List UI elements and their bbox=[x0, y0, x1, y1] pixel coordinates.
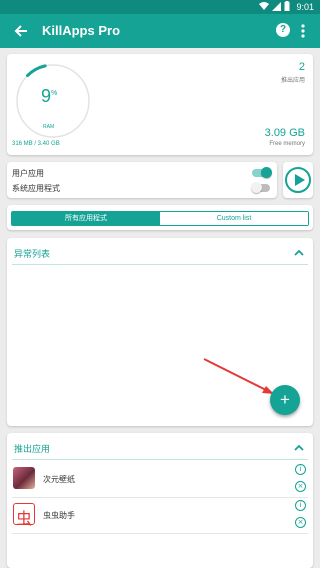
pushed-apps-title: 推出应用 bbox=[14, 444, 51, 454]
tab-all-apps[interactable]: 所有应用程式 bbox=[12, 212, 160, 225]
abnormal-list-card: 异常列表 bbox=[7, 238, 313, 426]
help-icon[interactable]: ? bbox=[276, 23, 290, 37]
status-bar: 9:01 bbox=[0, 0, 320, 14]
abnormal-list-title: 异常列表 bbox=[14, 249, 51, 259]
system-apps-switch[interactable] bbox=[251, 182, 270, 193]
system-apps-label: 系统应用程式 bbox=[12, 184, 60, 193]
close-icon[interactable]: × bbox=[295, 481, 306, 492]
ram-label: RAM bbox=[43, 124, 55, 130]
kill-start-card bbox=[283, 162, 313, 198]
user-apps-label: 用户应用 bbox=[12, 169, 44, 178]
wifi-icon bbox=[259, 1, 269, 10]
info-icon[interactable]: i bbox=[295, 464, 306, 475]
play-icon[interactable] bbox=[285, 167, 311, 193]
back-arrow-icon[interactable] bbox=[12, 22, 30, 40]
app-name: 次元壁纸 bbox=[43, 475, 75, 484]
memory-used-total: 316 MB / 3.40 GB bbox=[12, 141, 60, 147]
close-icon[interactable]: × bbox=[295, 517, 306, 528]
info-icon[interactable]: i bbox=[295, 500, 306, 511]
user-apps-switch[interactable] bbox=[252, 167, 272, 178]
ram-percent: 9% bbox=[41, 86, 58, 106]
add-button[interactable]: + bbox=[270, 385, 300, 415]
app-filter-tabs: 所有应用程式 Custom list bbox=[7, 205, 313, 230]
divider bbox=[12, 459, 308, 460]
status-time: 9:01 bbox=[296, 2, 314, 12]
app-type-toggles: 用户应用 系统应用程式 bbox=[7, 162, 277, 198]
pushed-count: 2 bbox=[298, 61, 305, 73]
divider bbox=[12, 264, 308, 265]
more-options-icon[interactable] bbox=[298, 22, 308, 40]
collapse-chevron-icon[interactable] bbox=[294, 444, 304, 452]
pushed-apps-card: 推出应用 次元壁纸 i × 虫 虫虫助手 i × bbox=[7, 433, 313, 568]
collapse-chevron-icon[interactable] bbox=[294, 249, 304, 257]
app-bar: KillApps Pro ? bbox=[0, 14, 320, 48]
battery-icon bbox=[284, 1, 290, 11]
signal-icon bbox=[272, 1, 281, 11]
free-memory-value: 3.09 GB bbox=[264, 127, 305, 139]
tab-custom-list[interactable]: Custom list bbox=[160, 212, 308, 225]
divider bbox=[12, 533, 308, 534]
free-memory-label: Free memory bbox=[269, 141, 305, 147]
app-icon bbox=[13, 467, 35, 489]
app-name: 虫虫助手 bbox=[43, 511, 75, 520]
app-title: KillApps Pro bbox=[42, 23, 121, 38]
memory-card: 9% RAM 316 MB / 3.40 GB 2 推出应用 3.09 GB F… bbox=[7, 54, 313, 155]
app-icon: 虫 bbox=[13, 503, 35, 528]
status-icons bbox=[259, 1, 290, 11]
pushed-count-label: 推出应用 bbox=[280, 78, 305, 84]
list-item[interactable]: 次元壁纸 i × bbox=[7, 461, 313, 497]
list-item[interactable]: 虫 虫虫助手 i × bbox=[7, 497, 313, 533]
